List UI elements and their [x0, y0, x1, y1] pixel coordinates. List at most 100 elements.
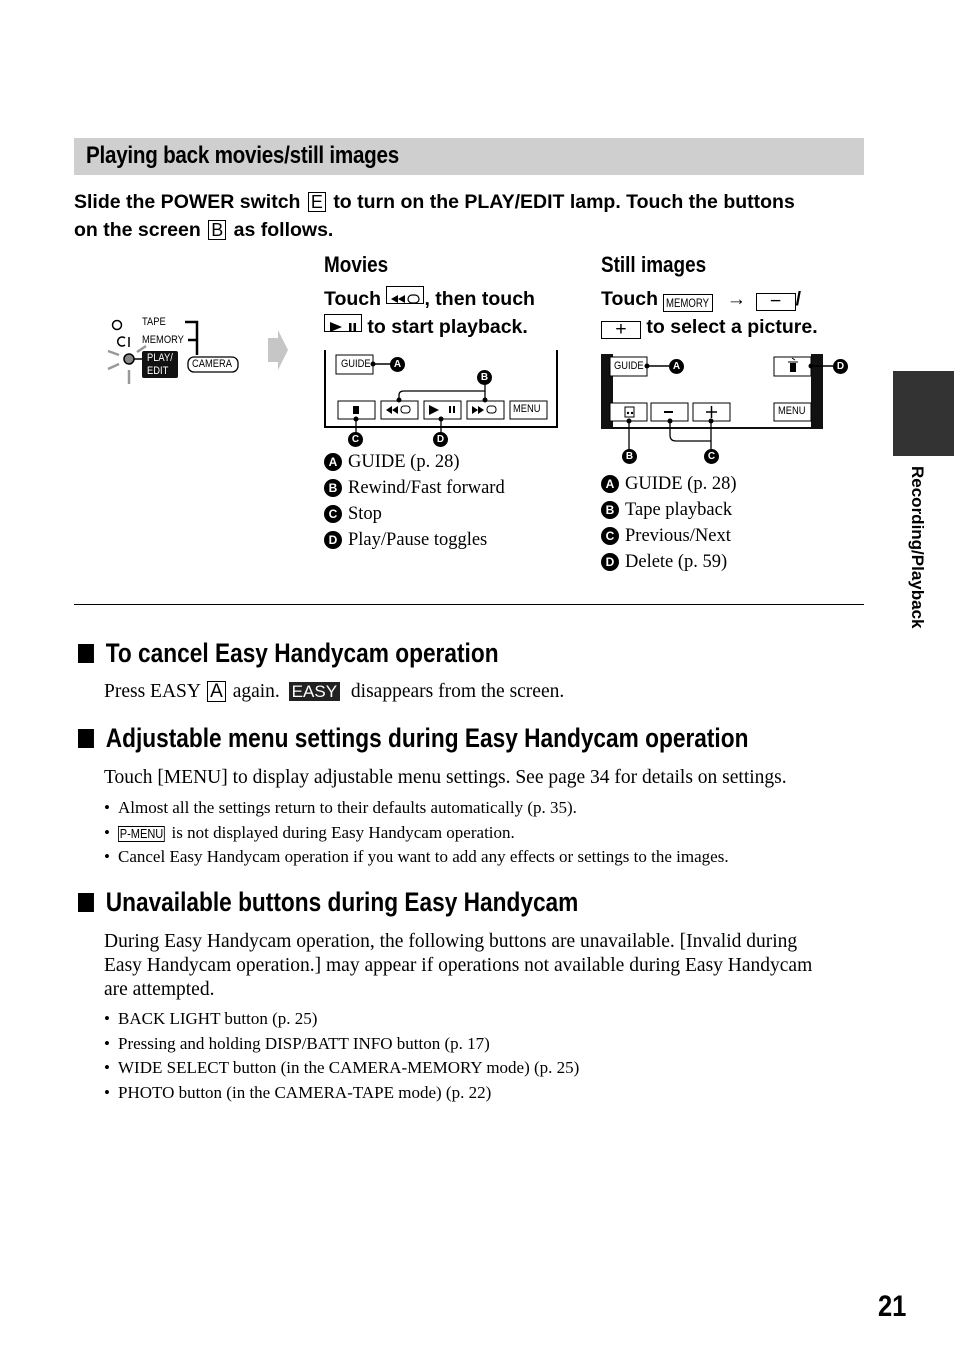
- cancel-body: Press EASY A again. EASY disappears from…: [104, 680, 564, 704]
- legend-badge: B: [324, 479, 342, 497]
- stop-icon: [353, 406, 359, 414]
- legend-item: D Play/Pause toggles: [324, 527, 505, 553]
- legend-item: D Delete (p. 59): [601, 549, 737, 575]
- callout-c: C: [704, 449, 719, 464]
- tape-label: TAPE: [142, 316, 166, 328]
- bullet-item: • PHOTO button (in the CAMERA-TAPE mode) …: [104, 1082, 492, 1102]
- play-pause-chip-icon: [324, 314, 362, 332]
- edit-label: EDIT: [147, 365, 169, 377]
- callout-b: B: [477, 370, 492, 385]
- legend-text: GUIDE (p. 28): [348, 452, 460, 472]
- adjustable-body: Touch [MENU] to display adjustable menu …: [104, 767, 787, 788]
- body-line: Easy Handycam operation.] may appear if …: [104, 955, 813, 976]
- guide-button[interactable]: GUIDE: [341, 358, 371, 370]
- camera-label: CAMERA: [192, 358, 233, 370]
- square-bullet-icon: [78, 893, 94, 912]
- heading-text: Adjustable menu settings during Easy Han…: [105, 723, 749, 753]
- section-banner: Playing back movies/still images: [74, 138, 864, 175]
- page-number: 21: [878, 1290, 907, 1323]
- lamp-glow-icon: [107, 344, 147, 384]
- legend-text: Rewind/Fast forward: [348, 478, 505, 498]
- legend-badge: C: [601, 527, 619, 545]
- unavailable-body: During Easy Handycam operation, the foll…: [104, 930, 812, 1002]
- power-switch-illustration: [107, 319, 288, 384]
- instruction-text: to select a picture.: [646, 316, 818, 338]
- intro-text: Slide the POWER switch: [74, 191, 301, 213]
- legend-text: Play/Pause toggles: [348, 530, 488, 550]
- callout-d: D: [433, 432, 448, 447]
- instruction-text: , then touch: [424, 288, 535, 310]
- legend-badge: B: [601, 501, 619, 519]
- easy-indicator-icon: EASY: [288, 682, 341, 701]
- legend-text: Delete (p. 59): [625, 552, 728, 572]
- body-line: During Easy Handycam operation, the foll…: [104, 931, 798, 952]
- legend-badge: C: [324, 505, 342, 523]
- key-label-b: B: [208, 220, 227, 240]
- adjustable-heading: Adjustable menu settings during Easy Han…: [78, 723, 748, 754]
- body-text: disappears from the screen.: [350, 681, 565, 702]
- memory-lamp-icon: [116, 336, 126, 347]
- power-switch-diagram: TAPE MEMORY PLAY/ EDIT CAMERA: [100, 312, 300, 392]
- guide-button[interactable]: GUIDE: [614, 360, 644, 372]
- intro-paragraph: Slide the POWER switch E to turn on the …: [74, 188, 874, 244]
- menu-button[interactable]: MENU: [513, 403, 541, 415]
- minus-chip: −: [755, 291, 796, 311]
- instruction-text: Touch: [601, 288, 659, 310]
- plus-chip: +: [601, 319, 641, 339]
- bullet-item: • Pressing and holding DISP/BATT INFO but…: [104, 1033, 490, 1053]
- slash-text: /: [795, 288, 802, 310]
- cancel-heading: To cancel Easy Handycam operation: [78, 638, 499, 669]
- key-label-e: E: [307, 192, 326, 212]
- chapter-tab: [893, 371, 954, 456]
- legend-badge: A: [324, 453, 342, 471]
- body-text: Press EASY: [104, 681, 201, 702]
- legend-item: B Rewind/Fast forward: [324, 475, 505, 501]
- bullet-item: • P-MENU is not displayed during Easy Han…: [104, 822, 515, 842]
- still-images-instruction: Touch MEMORY → − / + to select a picture.: [601, 285, 818, 341]
- menu-button[interactable]: MENU: [778, 405, 806, 417]
- intro-text: as follows.: [233, 219, 334, 241]
- still-images-heading: Still images: [601, 252, 707, 277]
- bullet-item: • WIDE SELECT button (in the CAMERA-MEMOR…: [104, 1058, 580, 1077]
- callout-c: C: [348, 432, 363, 447]
- play-label: PLAY/: [147, 352, 173, 364]
- section-title: Playing back movies/still images: [86, 142, 399, 169]
- still-screen-diagram: GUIDE MENU A B C D: [601, 352, 851, 467]
- unavailable-heading: Unavailable buttons during Easy Handycam: [78, 887, 578, 918]
- bullet-item: • Cancel Easy Handycam operation if you w…: [104, 847, 729, 866]
- memory-label: MEMORY: [142, 334, 184, 346]
- legend-badge: A: [601, 475, 619, 493]
- play-edit-lamp-icon: [123, 353, 135, 365]
- instruction-text: Touch: [324, 288, 382, 310]
- legend-item: A GUIDE (p. 28): [601, 471, 737, 497]
- legend-item: C Previous/Next: [601, 523, 737, 549]
- movies-instruction: Touch , then touch to start playback.: [324, 285, 535, 341]
- legend-text: Stop: [348, 504, 382, 524]
- intro-text: on the screen: [74, 219, 201, 241]
- heading-text: Unavailable buttons during Easy Handycam: [105, 887, 579, 917]
- legend-badge: D: [601, 553, 619, 571]
- section-divider: [74, 604, 864, 605]
- rewind-chip-icon: [386, 286, 425, 304]
- callout-b: B: [622, 449, 637, 464]
- instruction-text: to start playback.: [367, 316, 528, 338]
- movies-heading: Movies: [324, 252, 389, 277]
- square-bullet-icon: [78, 729, 94, 748]
- callout-d: D: [833, 359, 848, 374]
- legend-badge: D: [324, 531, 342, 549]
- movies-screen-diagram: GUIDE MENU A B C D: [324, 350, 564, 450]
- intro-text: to turn on the PLAY/EDIT lamp. Touch the…: [333, 191, 795, 213]
- tape-lamp-icon: [111, 319, 123, 331]
- right-arrow-icon: [268, 330, 288, 370]
- adjustable-bullets: • Almost all the settings return to their…: [104, 796, 729, 870]
- square-bullet-icon: [78, 644, 94, 663]
- key-label-a: A: [207, 681, 226, 702]
- body-line: are attempted.: [104, 979, 215, 1000]
- bullet-item: • BACK LIGHT button (p. 25): [104, 1009, 318, 1028]
- p-menu-chip: P-MENU: [118, 825, 165, 842]
- legend-item: C Stop: [324, 501, 505, 527]
- legend-text: Tape playback: [625, 500, 733, 520]
- memory-chip: MEMORY: [663, 294, 714, 312]
- bullet-item: • Almost all the settings return to their…: [104, 798, 577, 817]
- arrow-icon: →: [726, 288, 747, 310]
